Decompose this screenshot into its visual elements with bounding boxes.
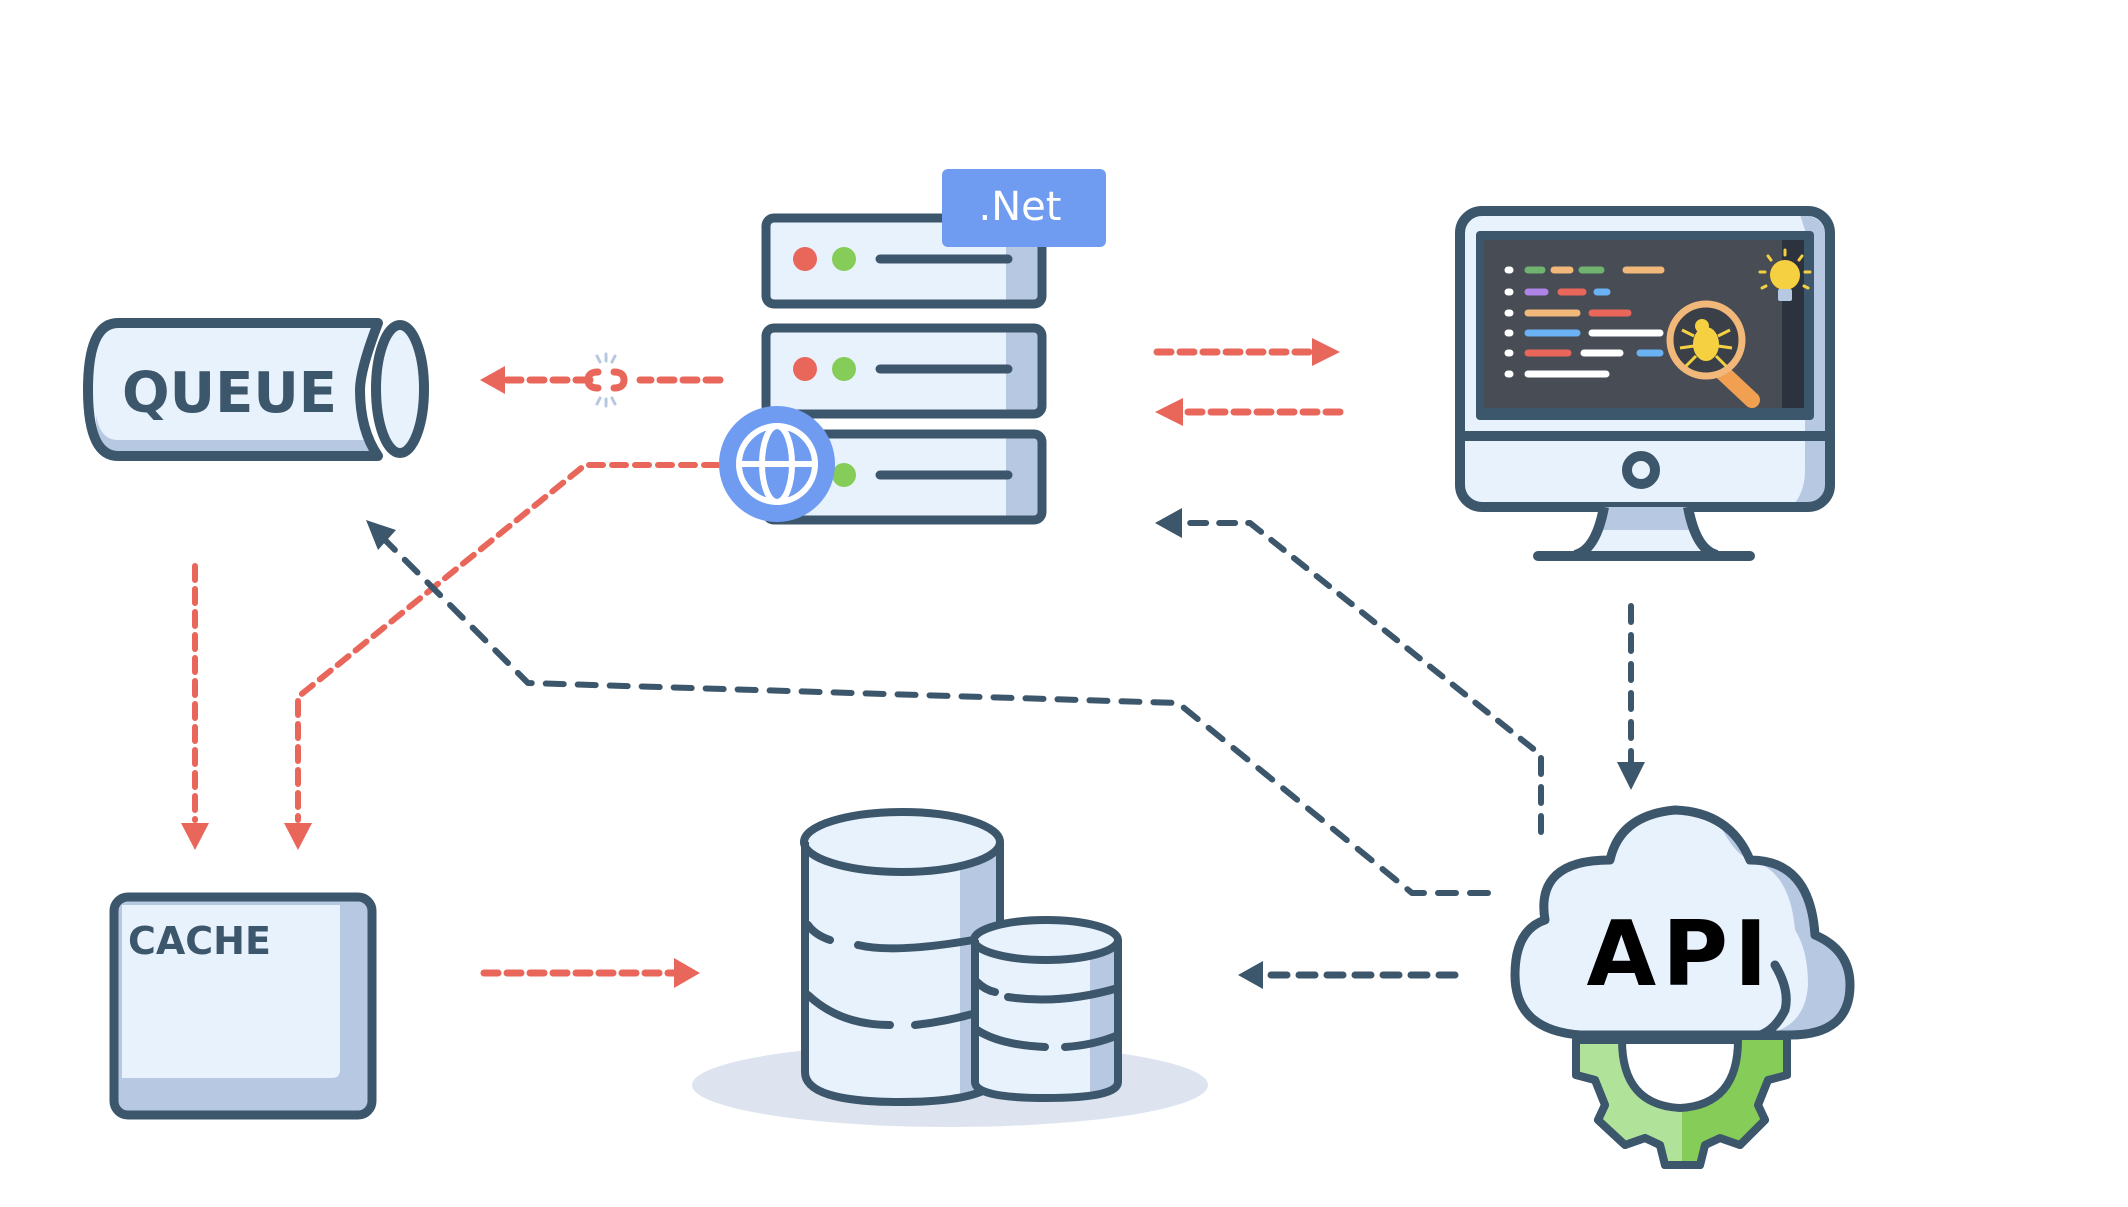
- dotnet-badge: .Net: [942, 169, 1106, 247]
- server-node[interactable]: .Net: [719, 169, 1106, 525]
- architecture-diagram: QUEUE .Net CACHE API: [83, 169, 1855, 1169]
- api-label: API: [1586, 902, 1773, 1007]
- edge-monitor-to-server[interactable]: [1155, 398, 1344, 426]
- edge-server-to-queue[interactable]: [480, 352, 724, 408]
- monitor-node[interactable]: [1455, 206, 1835, 561]
- edge-monitor-to-api[interactable]: [1617, 603, 1645, 790]
- gear-icon: [1572, 1036, 1791, 1169]
- edge-queue-to-cache[interactable]: [181, 563, 209, 850]
- dotnet-badge-label: .Net: [979, 184, 1062, 230]
- edge-api-to-server[interactable]: [1155, 508, 1544, 835]
- cache-label: CACHE: [128, 919, 271, 963]
- edge-server-to-monitor[interactable]: [1153, 338, 1340, 366]
- queue-node[interactable]: QUEUE: [83, 318, 429, 461]
- database-node[interactable]: [692, 808, 1208, 1127]
- globe-icon: [719, 406, 835, 522]
- edge-api-to-database[interactable]: [1238, 961, 1459, 989]
- database-stack-icon: [692, 808, 1208, 1127]
- cache-node[interactable]: CACHE: [109, 892, 377, 1120]
- edge-cache-to-database[interactable]: [480, 958, 700, 988]
- queue-label: QUEUE: [122, 361, 337, 426]
- api-node[interactable]: API: [1510, 805, 1855, 1169]
- monitor-code-debug-icon: [1455, 206, 1835, 561]
